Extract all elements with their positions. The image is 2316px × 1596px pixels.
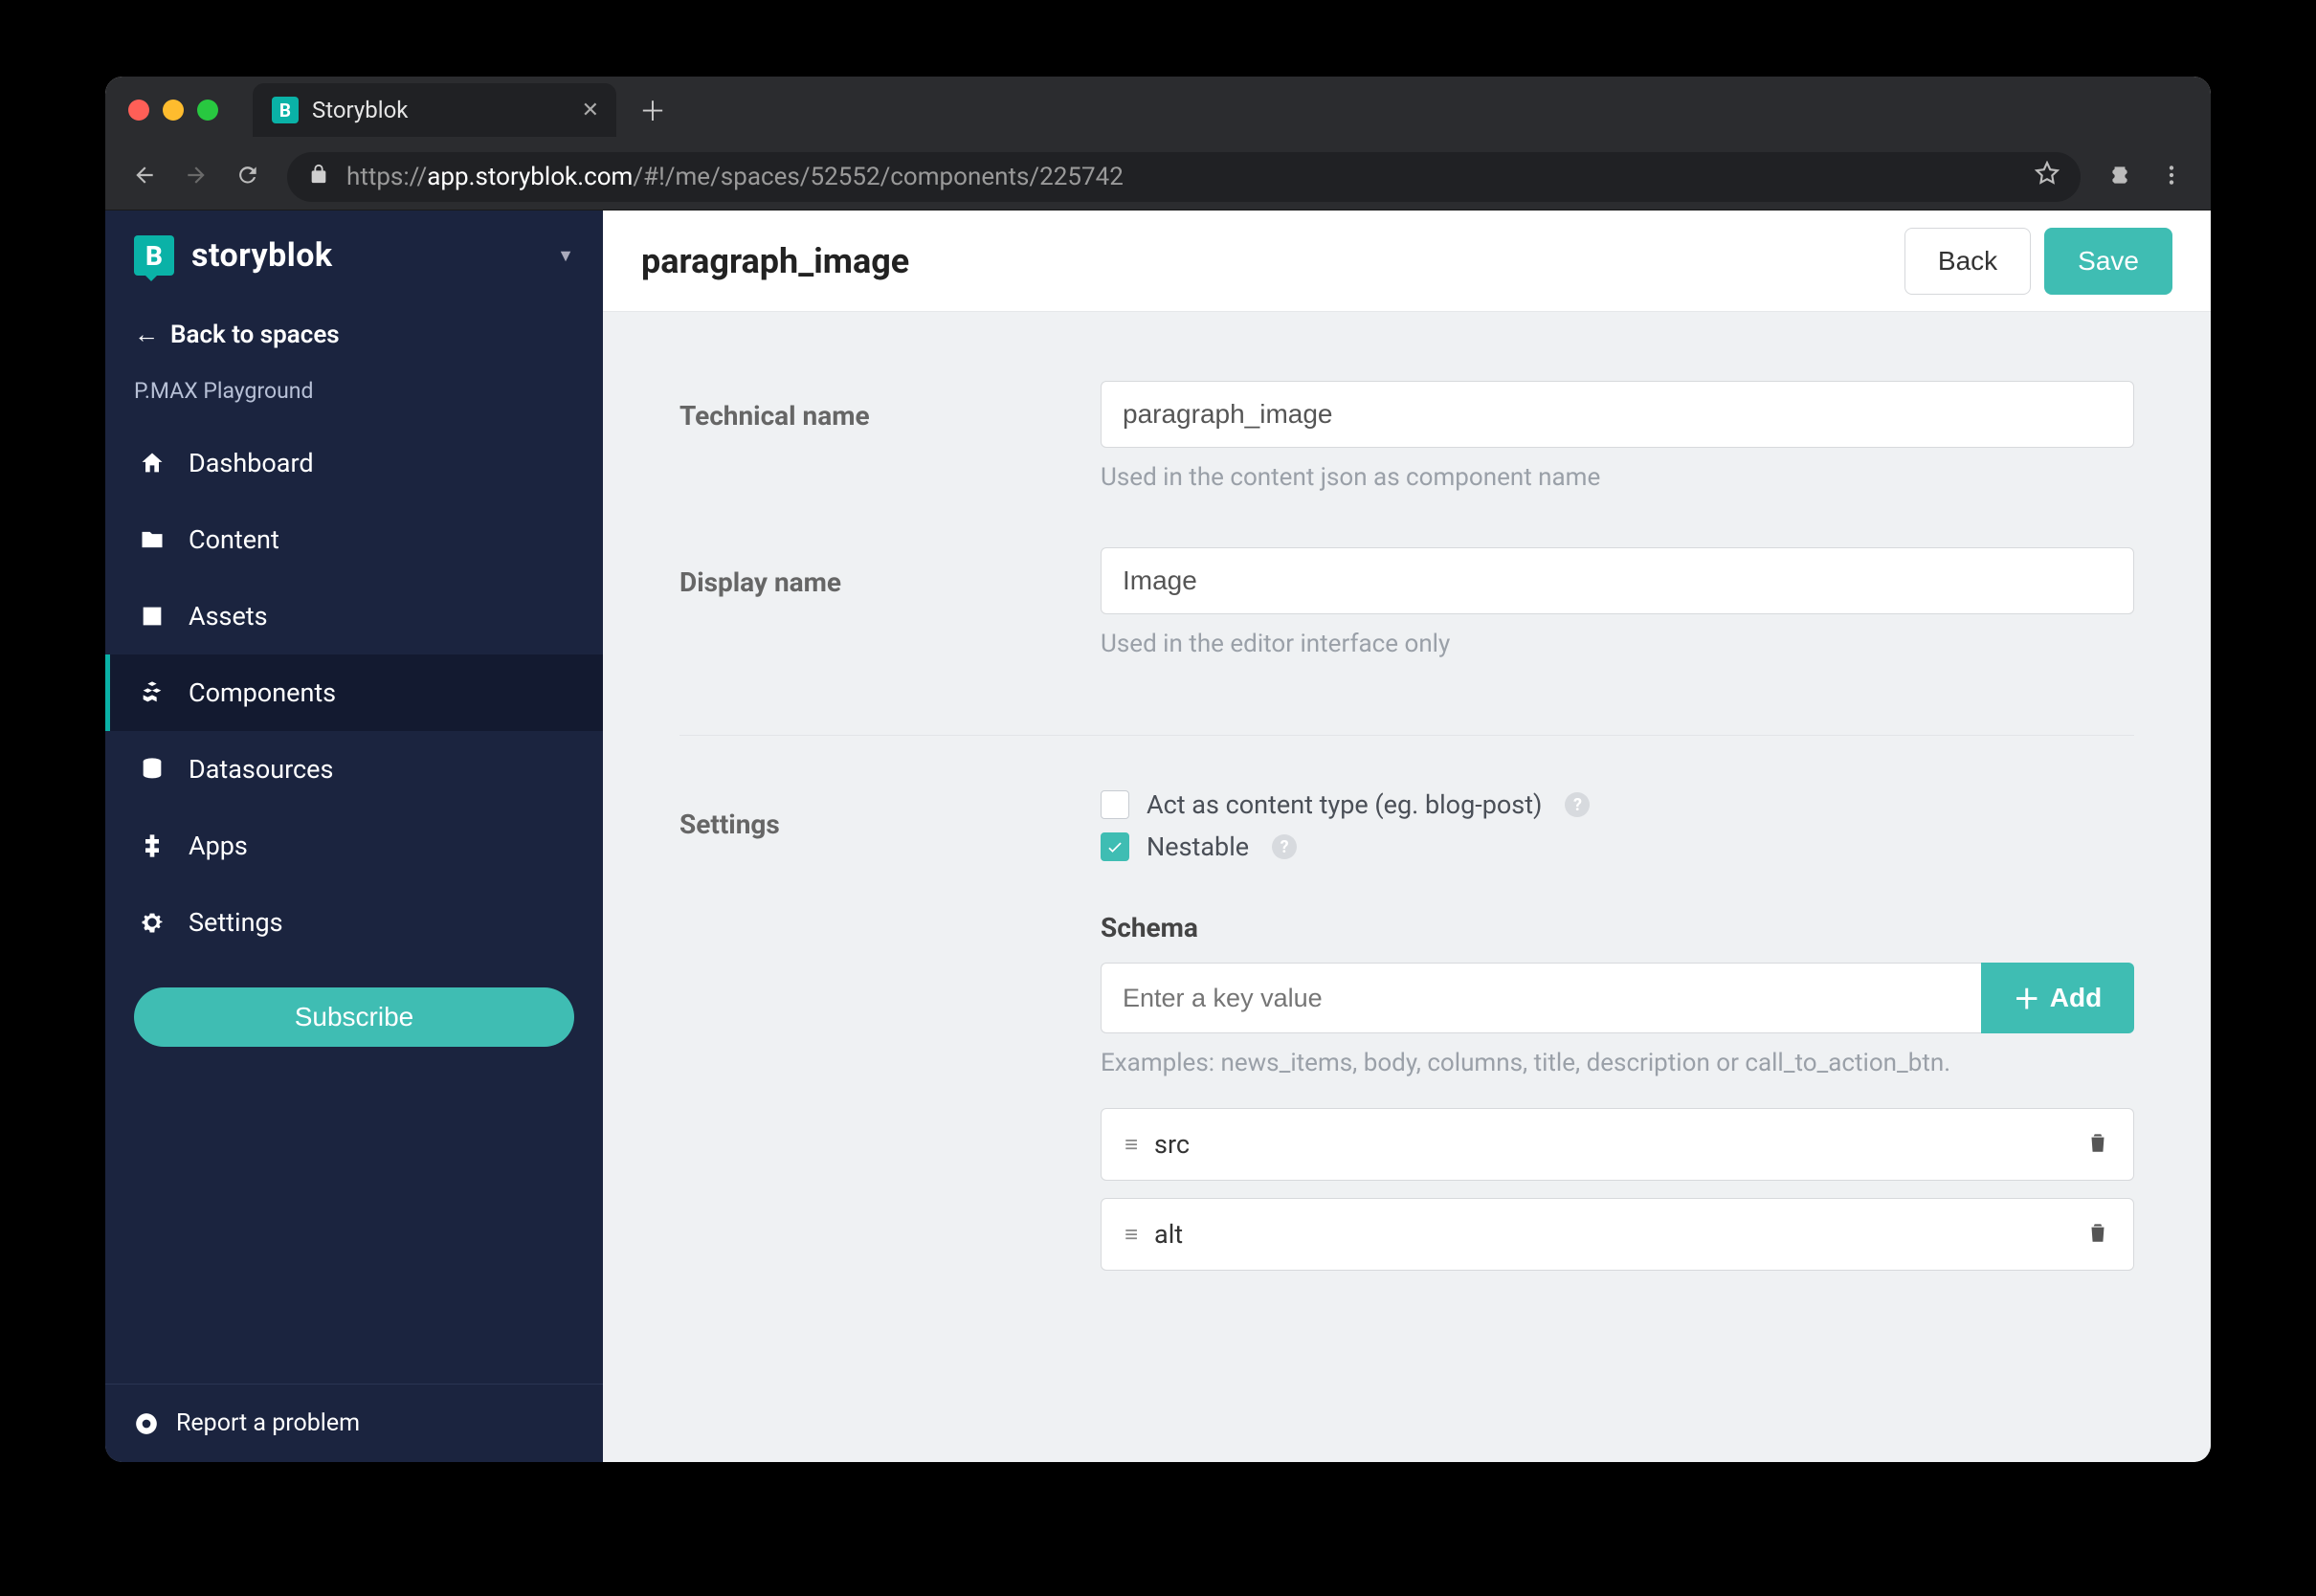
sidebar-item-settings[interactable]: Settings [105,884,603,961]
brand[interactable]: B storyblok ▼ [105,211,603,300]
schema-item-name: src [1154,1129,1190,1160]
tab-title: Storyblok [312,97,408,123]
save-button[interactable]: Save [2044,228,2172,295]
sidebar-item-content[interactable]: Content [105,501,603,578]
brand-logo-icon: B [134,235,174,276]
content-type-checkbox[interactable] [1101,790,1129,819]
back-to-spaces-label: Back to spaces [170,321,340,349]
image-icon [139,603,166,630]
browser-window: B Storyblok ✕ ＋ https://ap [105,77,2211,1462]
divider [679,735,2134,736]
technical-name-input[interactable] [1101,381,2134,448]
space-name: P.MAX Playground [105,368,603,425]
topbar: paragraph_image Back Save [603,211,2211,312]
back-button[interactable] [132,163,157,191]
technical-name-label: Technical name [679,381,1101,432]
close-window-button[interactable] [128,100,149,121]
content-type-label: Act as content type (eg. blog-post) [1147,789,1542,820]
sidebar-item-dashboard[interactable]: Dashboard [105,425,603,501]
sidebar-item-label: Apps [189,831,248,861]
cubes-icon [139,679,166,706]
nestable-checkbox[interactable] [1101,832,1129,861]
back-button[interactable]: Back [1904,228,2031,295]
minimize-window-button[interactable] [163,100,184,121]
home-icon [139,450,166,477]
menu-icon[interactable] [2159,163,2184,191]
browser-chrome: B Storyblok ✕ ＋ https://ap [105,77,2211,211]
sidebar-item-datasources[interactable]: Datasources [105,731,603,808]
tab-strip: B Storyblok ✕ ＋ [105,77,2211,144]
chevron-down-icon[interactable]: ▼ [557,246,574,266]
report-problem-label: Report a problem [176,1409,360,1437]
delete-schema-button[interactable] [2085,1130,2110,1159]
report-problem[interactable]: Report a problem [105,1384,603,1462]
drag-handle-icon[interactable]: ≡ [1125,1131,1135,1159]
arrow-left-icon: ← [134,320,159,349]
sidebar-item-assets[interactable]: Assets [105,578,603,654]
display-name-label: Display name [679,547,1101,598]
favicon-icon: B [272,97,299,123]
sidebar-item-label: Settings [189,907,283,938]
gear-icon [139,909,166,936]
display-name-help: Used in the editor interface only [1101,630,2134,658]
window-controls [128,100,218,121]
main: paragraph_image Back Save Technical name… [603,211,2211,1462]
settings-label: Settings [679,789,1101,840]
extensions-icon[interactable] [2107,163,2132,191]
url-text: https://app.storyblok.com/#!/me/spaces/5… [346,163,2017,191]
reload-button[interactable] [235,163,260,191]
help-icon[interactable]: ? [1565,792,1590,817]
delete-schema-button[interactable] [2085,1220,2110,1249]
address-bar[interactable]: https://app.storyblok.com/#!/me/spaces/5… [287,152,2081,202]
schema-key-input[interactable] [1101,963,1981,1033]
sidebar-item-label: Assets [189,601,268,632]
folder-icon [139,526,166,553]
close-tab-button[interactable]: ✕ [582,99,599,122]
technical-name-help: Used in the content json as component na… [1101,463,2134,492]
sidebar: B storyblok ▼ ← Back to spaces P.MAX Pla… [105,211,603,1462]
sidebar-item-label: Components [189,677,336,708]
schema-examples: Examples: news_items, body, columns, tit… [1101,1049,2134,1077]
forward-button[interactable] [184,163,209,191]
schema-item[interactable]: ≡ src [1101,1108,2134,1181]
display-name-input[interactable] [1101,547,2134,614]
app: B storyblok ▼ ← Back to spaces P.MAX Pla… [105,211,2211,1462]
sidebar-item-label: Content [189,524,279,555]
sidebar-item-apps[interactable]: Apps [105,808,603,884]
plus-icon: ＋ [2014,979,2040,1017]
new-tab-button[interactable]: ＋ [632,91,674,129]
sidebar-item-label: Dashboard [189,448,314,478]
browser-toolbar: https://app.storyblok.com/#!/me/spaces/5… [105,144,2211,211]
puzzle-icon [139,832,166,859]
drag-handle-icon[interactable]: ≡ [1125,1221,1135,1249]
nestable-label: Nestable [1147,831,1249,862]
maximize-window-button[interactable] [197,100,218,121]
schema-item[interactable]: ≡ alt [1101,1198,2134,1271]
database-icon [139,756,166,783]
schema-heading: Schema [1101,912,2134,943]
schema-item-name: alt [1154,1219,1183,1250]
lock-icon [308,164,329,190]
star-icon[interactable] [2035,161,2060,192]
sidebar-item-components[interactable]: Components [105,654,603,731]
content-area: Technical name Used in the content json … [603,312,2211,1357]
help-icon[interactable]: ? [1272,834,1297,859]
browser-tab[interactable]: B Storyblok ✕ [253,83,616,137]
sidebar-item-label: Datasources [189,754,333,785]
brand-name: storyblok [191,236,333,275]
lifebuoy-icon [134,1411,159,1436]
schema-add-label: Add [2050,983,2102,1013]
subscribe-button[interactable]: Subscribe [134,987,574,1047]
schema-add-button[interactable]: ＋ Add [1981,963,2134,1033]
page-title: paragraph_image [641,241,909,281]
back-to-spaces[interactable]: ← Back to spaces [105,300,603,368]
